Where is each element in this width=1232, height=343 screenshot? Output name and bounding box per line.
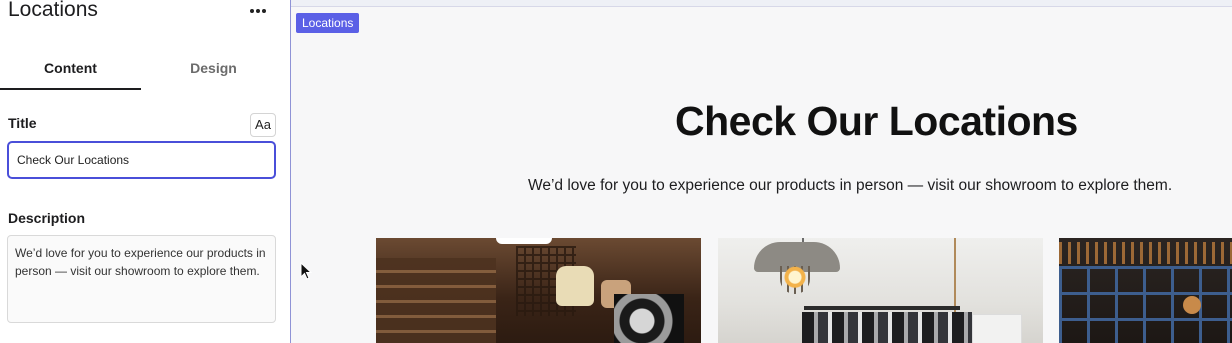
description-textarea[interactable]: We’d love for you to experience our prod…	[7, 235, 276, 323]
title-field-label: Title	[8, 115, 37, 131]
section-tag[interactable]: Locations	[296, 13, 360, 33]
section-heading[interactable]: Check Our Locations	[675, 98, 1078, 145]
more-options-icon[interactable]	[246, 3, 270, 19]
editor-panel: Locations Content Design Title Aa Descri…	[0, 0, 290, 343]
title-input[interactable]	[7, 141, 276, 179]
location-card-image-3[interactable]	[1059, 238, 1232, 343]
location-card-image-2[interactable]	[718, 238, 1043, 343]
panel-title: Locations	[8, 0, 98, 21]
text-format-button[interactable]: Aa	[250, 113, 276, 137]
location-card-image-1[interactable]	[376, 238, 701, 343]
description-field-label: Description	[8, 210, 86, 226]
preview-top-border	[291, 6, 1232, 7]
section-subheading[interactable]: We’d love for you to experience our prod…	[528, 177, 1172, 195]
preview-canvas: Locations Check Our Locations We’d love …	[291, 0, 1232, 343]
panel-tabs: Content Design	[0, 48, 284, 91]
mouse-pointer-icon	[300, 262, 312, 280]
tab-content[interactable]: Content	[0, 48, 141, 91]
tab-design[interactable]: Design	[143, 48, 284, 91]
